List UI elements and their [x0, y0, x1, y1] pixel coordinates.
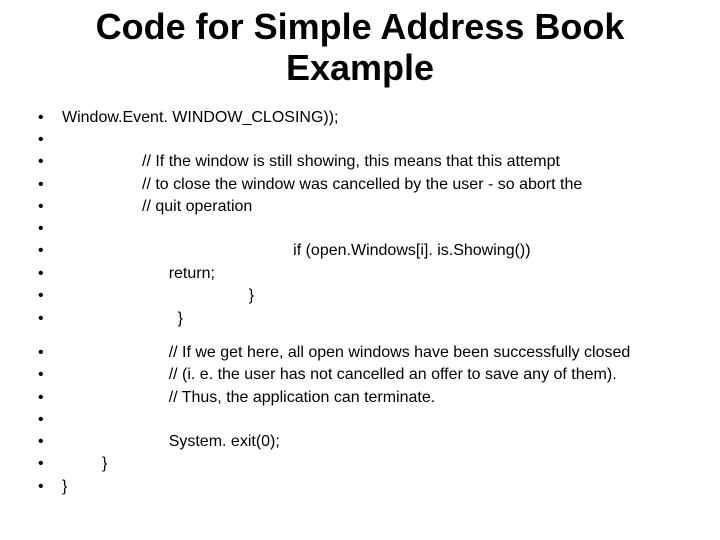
code-line — [38, 409, 720, 431]
code-line: } — [38, 308, 720, 330]
code-line: // (i. e. the user has not cancelled an … — [38, 364, 720, 386]
code-list-a: Window.Event. WINDOW_CLOSING)); // If th… — [0, 107, 720, 330]
code-line: } — [38, 285, 720, 307]
code-line: // quit operation — [38, 196, 720, 218]
code-line: // If we get here, all open windows have… — [38, 342, 720, 364]
page-title: Code for Simple Address Book Example — [0, 0, 720, 107]
code-line — [38, 218, 720, 240]
code-line: Window.Event. WINDOW_CLOSING)); — [38, 107, 720, 129]
code-line: } — [38, 453, 720, 475]
code-line: // Thus, the application can terminate. — [38, 387, 720, 409]
code-line: if (open.Windows[i]. is.Showing()) — [38, 240, 720, 262]
code-line: return; — [38, 263, 720, 285]
code-line: System. exit(0); — [38, 431, 720, 453]
code-line: } — [38, 476, 720, 498]
code-line — [38, 129, 720, 151]
code-list-b: // If we get here, all open windows have… — [0, 342, 720, 498]
code-line: // If the window is still showing, this … — [38, 151, 720, 173]
code-line: // to close the window was cancelled by … — [38, 174, 720, 196]
